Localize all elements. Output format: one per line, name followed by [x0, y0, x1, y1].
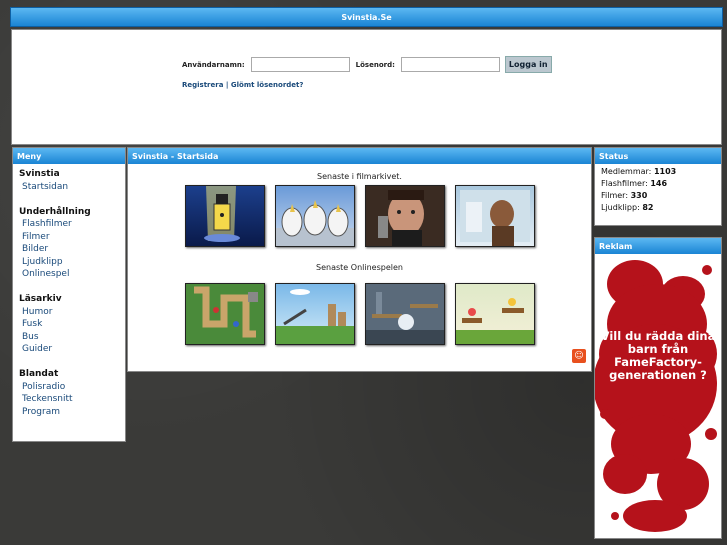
menu-item-guider[interactable]: Guider	[22, 344, 125, 354]
film-thumbnail[interactable]	[364, 185, 445, 247]
menu-section-title: Underhållning	[19, 206, 91, 217]
main-header: Svinstia - Startsida	[128, 148, 591, 164]
menu-panel: Meny Svinstia Startsidan Underhållning F…	[12, 147, 126, 442]
blood-splatter-image[interactable]	[595, 254, 721, 538]
site-title: Svinstia.Se	[341, 12, 392, 22]
menu-item-polisradio[interactable]: Polisradio	[22, 382, 125, 392]
forgot-password-link[interactable]: Glömt lösenordet?	[231, 81, 304, 89]
menu-item-humor[interactable]: Humor	[22, 307, 125, 317]
menu-item-onlinespel[interactable]: Onlinespel	[22, 269, 125, 279]
status-row: Ljudklipp: 82	[601, 203, 654, 212]
username-input[interactable]	[250, 57, 350, 72]
menu-item-startsidan[interactable]: Startsidan	[22, 182, 125, 192]
menu-item-bus[interactable]: Bus	[22, 332, 125, 342]
status-panel: Status Medlemmar: 1103 Flashfilmer: 146 …	[594, 147, 722, 226]
menu-item-program[interactable]: Program	[22, 407, 125, 417]
menu-header: Meny	[13, 148, 125, 164]
menu-section-title: Blandat	[19, 369, 59, 379]
film-thumbnail[interactable]	[184, 185, 265, 247]
username-label: Användarnamn:	[182, 60, 245, 69]
main-panel: Svinstia - Startsida Senaste i filmarkiv…	[127, 147, 592, 372]
login-button[interactable]: Logga in	[504, 56, 552, 73]
games-caption: Senaste Onlinespelen	[316, 263, 403, 272]
status-header: Status	[595, 148, 721, 164]
menu-section-title: Läsarkiv	[19, 294, 62, 304]
smiley-icon[interactable]: ☺	[572, 349, 586, 363]
ad-text[interactable]: Vill du rädda dina barn från FameFactory…	[595, 330, 721, 382]
menu-item-ljudklipp[interactable]: Ljudklipp	[22, 257, 125, 267]
films-caption: Senaste i filmarkivet.	[317, 172, 402, 181]
game-thumbnail[interactable]	[454, 283, 535, 345]
password-label: Lösenord:	[355, 60, 395, 69]
status-row: Filmer: 330	[601, 191, 648, 200]
game-thumbnail[interactable]	[184, 283, 265, 345]
login-box: Användarnamn: Lösenord: Logga in Registr…	[11, 29, 722, 145]
status-row: Medlemmar: 1103	[601, 167, 677, 176]
game-thumbnail[interactable]	[364, 283, 445, 345]
register-link[interactable]: Registrera	[182, 81, 223, 89]
link-separator: |	[225, 81, 229, 89]
game-thumbnail[interactable]	[274, 283, 355, 345]
site-title-bar: Svinstia.Se	[10, 7, 723, 27]
film-thumbnail[interactable]	[274, 185, 355, 247]
film-thumbnail[interactable]	[454, 185, 535, 247]
menu-item-fusk[interactable]: Fusk	[22, 319, 125, 329]
status-row: Flashfilmer: 146	[601, 179, 668, 188]
menu-item-bilder[interactable]: Bilder	[22, 244, 125, 254]
menu-item-teckensnitt[interactable]: Teckensnitt	[22, 394, 125, 404]
menu-item-flashfilmer[interactable]: Flashfilmer	[22, 219, 125, 229]
ad-panel: Reklam Vill du rädda dina barn från Fame…	[594, 237, 722, 539]
password-input[interactable]	[400, 57, 500, 72]
menu-item-filmer[interactable]: Filmer	[22, 232, 125, 242]
ad-header: Reklam	[595, 238, 721, 254]
menu-section-title: Svinstia	[19, 169, 60, 179]
